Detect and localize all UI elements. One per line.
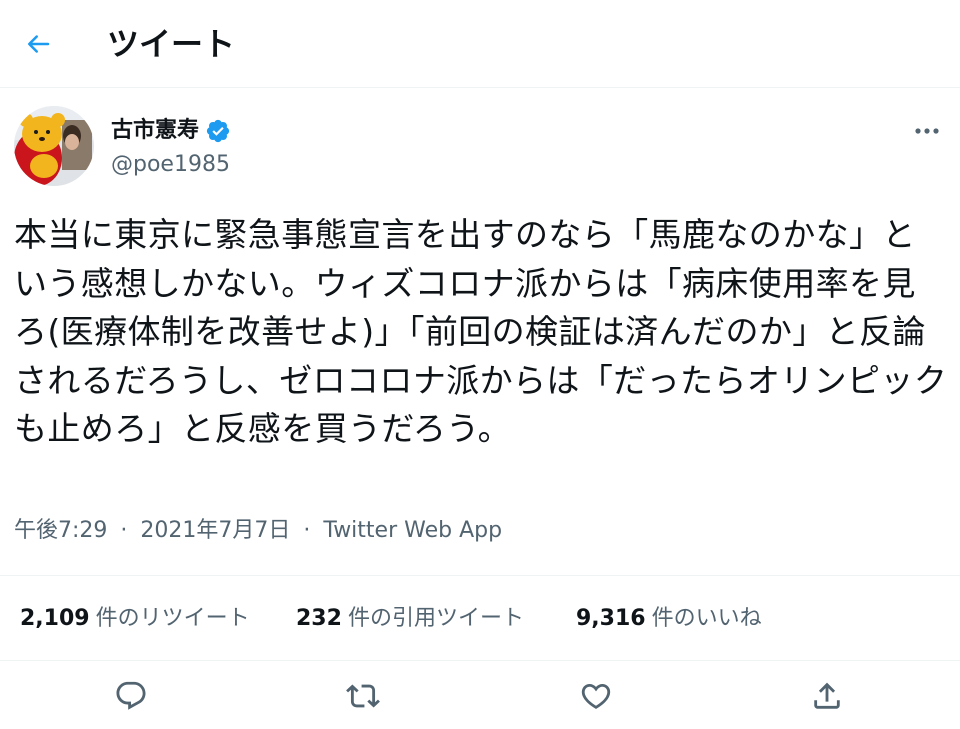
share-icon: [814, 682, 840, 709]
more-button[interactable]: [910, 116, 944, 146]
tweet-meta: 午後7:29 · 2021年7月7日 · Twitter Web App: [14, 514, 502, 548]
author-handle[interactable]: @poe1985: [111, 150, 230, 180]
retweets-label: 件のリツイート: [95, 606, 250, 631]
quotes-stat[interactable]: 232 件の引用ツイート: [296, 602, 524, 636]
avatar-image: [14, 106, 94, 186]
tweet-header: ツイート: [0, 0, 960, 88]
tweet-date[interactable]: 2021年7月7日: [140, 518, 290, 543]
more-horizontal-icon: [915, 128, 939, 134]
tweet-stats: 2,109 件のリツイート 232 件の引用ツイート 9,316 件のいいね: [0, 575, 960, 661]
author-display-name[interactable]: 古市憲寿: [111, 116, 199, 146]
likes-count: 9,316: [576, 606, 646, 631]
retweet-icon: [346, 684, 380, 708]
meta-separator: ·: [120, 518, 128, 543]
quotes-label: 件の引用ツイート: [347, 606, 524, 631]
likes-stat[interactable]: 9,316 件のいいね: [576, 602, 762, 636]
arrow-left-icon: [28, 35, 50, 53]
tweet-text: 本当に東京に緊急事態宣言を出すのなら「馬鹿なのかな」という感想しかない。ウィズコ…: [14, 215, 948, 448]
tweet-time[interactable]: 午後7:29: [14, 518, 107, 543]
tweet-source[interactable]: Twitter Web App: [323, 518, 502, 543]
share-button[interactable]: [807, 676, 847, 716]
retweets-stat[interactable]: 2,109 件のリツイート: [20, 602, 250, 636]
reply-icon: [116, 681, 146, 710]
reply-button[interactable]: [111, 676, 151, 716]
back-button[interactable]: [16, 24, 60, 64]
verified-badge-icon: [205, 118, 231, 144]
quotes-count: 232: [296, 606, 342, 631]
meta-separator: ·: [303, 518, 311, 543]
avatar[interactable]: [14, 106, 94, 186]
heart-icon: [581, 683, 611, 709]
like-button[interactable]: [576, 676, 616, 716]
author-name-row: 古市憲寿: [111, 116, 231, 146]
tweet-author: 古市憲寿 @poe1985: [14, 106, 946, 190]
retweet-button[interactable]: [343, 676, 383, 716]
likes-label: 件のいいね: [651, 606, 762, 631]
page-title: ツイート: [107, 25, 236, 63]
tweet-actions: [0, 662, 960, 729]
retweets-count: 2,109: [20, 606, 90, 631]
